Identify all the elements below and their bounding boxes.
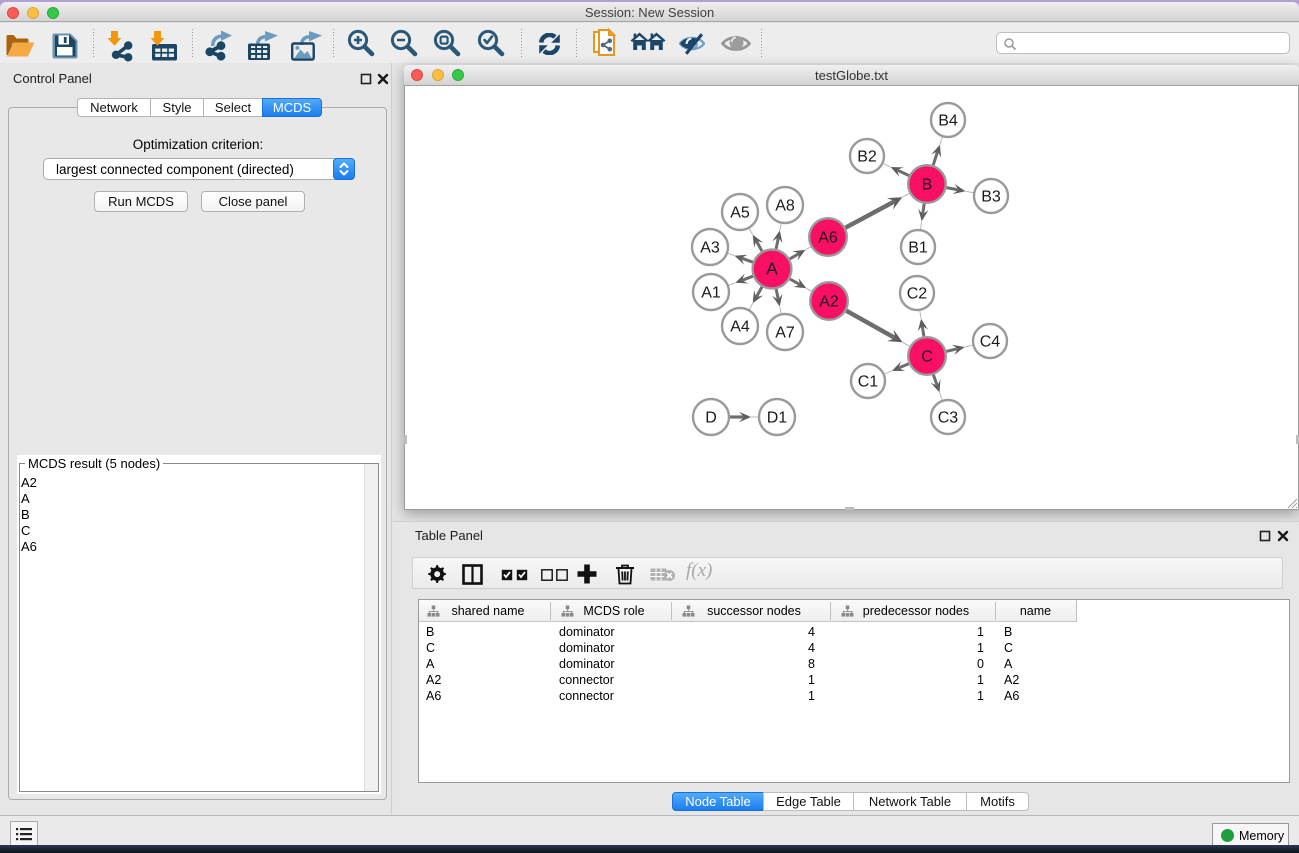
svg-text:A7: A7	[775, 324, 795, 341]
svg-text:A6: A6	[818, 229, 838, 246]
svg-text:C3: C3	[938, 409, 959, 426]
svg-text:A1: A1	[701, 284, 721, 301]
svg-text:A: A	[766, 258, 778, 278]
svg-text:D: D	[705, 409, 717, 426]
svg-text:C2: C2	[907, 285, 928, 302]
svg-text:A4: A4	[730, 318, 750, 335]
svg-text:B3: B3	[981, 188, 1001, 205]
svg-text:D1: D1	[767, 409, 788, 426]
svg-text:C1: C1	[858, 373, 879, 390]
svg-text:C: C	[921, 348, 933, 365]
svg-text:A2: A2	[819, 293, 839, 310]
svg-text:B: B	[922, 176, 933, 193]
svg-text:B1: B1	[908, 239, 928, 256]
svg-text:A5: A5	[730, 204, 750, 221]
svg-text:A3: A3	[700, 239, 720, 256]
svg-text:C4: C4	[980, 333, 1001, 350]
svg-text:B4: B4	[938, 112, 958, 129]
svg-text:A8: A8	[775, 197, 795, 214]
svg-text:B2: B2	[857, 148, 877, 165]
